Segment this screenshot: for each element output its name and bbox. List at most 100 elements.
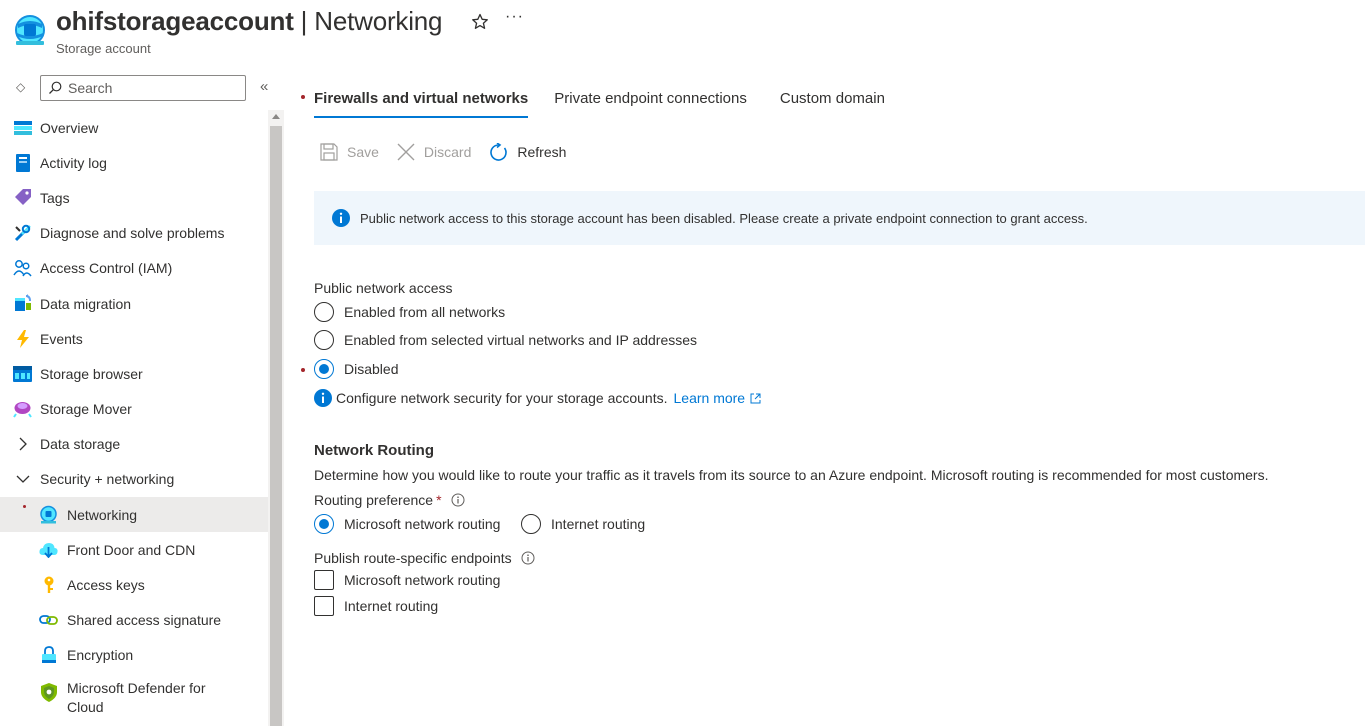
radio-button-selected[interactable]: [314, 359, 334, 379]
radio-enabled-all-networks[interactable]: Enabled from all networks: [314, 302, 505, 322]
page-header: ohifstorageaccount | Networking Storage …: [0, 0, 1365, 66]
radio-button[interactable]: [314, 330, 334, 350]
overview-icon: [13, 118, 32, 137]
banner-text: Public network access to this storage ac…: [360, 210, 1088, 226]
sidebar-item-networking[interactable]: Networking: [0, 497, 268, 533]
chevron-right-icon: [13, 435, 32, 454]
radio-internet-routing[interactable]: Internet routing: [521, 514, 645, 534]
storage-mover-icon: [13, 400, 32, 419]
resource-menu: ◇ « Overview Activity log Tags Diagnose …: [0, 66, 284, 726]
radio-label: Internet routing: [551, 516, 646, 532]
checkbox-label: Internet routing: [344, 598, 439, 614]
shield-icon: [39, 683, 58, 702]
info-banner: Public network access to this storage ac…: [314, 191, 1365, 245]
sort-icon[interactable]: ◇: [16, 80, 25, 94]
sidebar-item-encryption[interactable]: Encryption: [0, 638, 268, 673]
checkbox[interactable]: [314, 596, 334, 616]
discard-label: Discard: [423, 144, 472, 160]
more-options-button[interactable]: ···: [505, 8, 524, 26]
required-asterisk: *: [436, 492, 442, 508]
tab-bar: Firewalls and virtual networks Private e…: [314, 82, 911, 122]
save-icon: [320, 143, 338, 161]
storage-browser-icon: [13, 364, 32, 383]
page-title: ohifstorageaccount | Networking: [56, 6, 443, 37]
search-icon: [49, 81, 62, 94]
link-icon: [39, 611, 58, 630]
checkbox-microsoft-network-routing[interactable]: Microsoft network routing: [314, 570, 500, 590]
sidebar-item-overview[interactable]: Overview: [0, 110, 268, 145]
sidebar-item-label: Microsoft Defender for Cloud: [67, 680, 206, 715]
radio-enabled-selected-networks[interactable]: Enabled from selected virtual networks a…: [314, 330, 697, 350]
sidebar-item-label: Diagnose and solve problems: [40, 225, 225, 242]
sidebar-item-label: Storage Mover: [40, 401, 132, 418]
sidebar-item-label: Shared access signature: [67, 612, 222, 629]
tab-private-endpoint-connections[interactable]: Private endpoint connections: [554, 82, 747, 118]
radio-disabled[interactable]: Disabled: [314, 359, 398, 379]
sidebar-group-data-storage[interactable]: Data storage: [0, 427, 268, 462]
command-bar: Save Discard Refresh: [320, 140, 584, 164]
learn-more-link[interactable]: Learn more: [674, 390, 762, 406]
checkbox-internet-routing[interactable]: Internet routing: [314, 596, 438, 616]
sidebar-item-label: Encryption: [67, 647, 134, 664]
radio-label: Enabled from selected virtual networks a…: [344, 332, 698, 348]
networking-icon: [39, 505, 58, 524]
sidebar-item-access-keys[interactable]: Access keys: [0, 567, 268, 602]
radio-label: Disabled: [344, 361, 399, 377]
routing-preference-label: Routing preference *: [314, 492, 465, 508]
save-label: Save: [347, 144, 379, 160]
sidebar-item-diagnose[interactable]: Diagnose and solve problems: [0, 216, 268, 251]
sidebar-item-label: Overview: [40, 119, 99, 136]
radio-button-selected[interactable]: [314, 514, 334, 534]
favorite-star-icon[interactable]: [470, 12, 490, 32]
menu-search-input[interactable]: [68, 79, 238, 97]
network-security-info: Configure network security for your stor…: [314, 389, 761, 407]
sidebar-item-label: Access keys: [67, 577, 145, 594]
blade-name: Networking: [314, 6, 443, 36]
routing-preference-text: Routing preference: [314, 492, 434, 508]
sidebar-item-iam[interactable]: Access Control (IAM): [0, 251, 268, 286]
info-tooltip-icon[interactable]: [521, 551, 535, 565]
radio-microsoft-network-routing[interactable]: Microsoft network routing: [314, 514, 500, 534]
menu-scrollbar[interactable]: [268, 110, 284, 726]
sidebar-item-storage-browser[interactable]: Storage browser: [0, 356, 268, 391]
discard-button[interactable]: Discard: [397, 143, 471, 161]
tab-firewalls-virtual-networks[interactable]: Firewalls and virtual networks: [314, 82, 529, 118]
radio-button[interactable]: [521, 514, 541, 534]
radio-label: Microsoft network routing: [344, 516, 501, 532]
title-separator: |: [293, 6, 315, 36]
sidebar-item-front-door-cdn[interactable]: Front Door and CDN: [0, 532, 268, 567]
menu-search-box[interactable]: [40, 75, 246, 101]
sidebar-item-data-migration[interactable]: Data migration: [0, 286, 268, 321]
lock-icon: [39, 646, 58, 665]
info-icon: [332, 209, 350, 227]
checkbox[interactable]: [314, 570, 334, 590]
radio-label: Enabled from all networks: [344, 304, 506, 320]
activity-log-icon: [13, 153, 32, 172]
sidebar-item-activity-log[interactable]: Activity log: [0, 145, 268, 180]
sidebar-item-defender[interactable]: Microsoft Defender for Cloud: [0, 673, 268, 715]
info-tooltip-icon[interactable]: [451, 493, 465, 507]
sidebar-item-events[interactable]: Events: [0, 321, 268, 356]
sidebar-item-label: Access Control (IAM): [40, 260, 173, 277]
data-migration-icon: [13, 294, 32, 313]
refresh-button[interactable]: Refresh: [489, 142, 566, 162]
radio-button[interactable]: [314, 302, 334, 322]
publish-endpoints-text: Publish route-specific endpoints: [314, 550, 512, 566]
tab-unsaved-indicator: [301, 95, 305, 99]
sidebar-item-label: Security + networking: [40, 471, 175, 488]
sidebar-item-shared-access-signature[interactable]: Shared access signature: [0, 603, 268, 638]
save-button[interactable]: Save: [320, 143, 379, 161]
sidebar-item-label: Activity log: [40, 154, 107, 171]
scroll-up-arrow-icon[interactable]: [272, 114, 280, 119]
tab-custom-domain[interactable]: Custom domain: [780, 82, 885, 118]
public-network-access-label: Public network access: [314, 280, 453, 296]
page-subtitle: Storage account: [56, 41, 151, 56]
collapse-menu-button[interactable]: «: [260, 78, 268, 95]
sidebar-item-tags[interactable]: Tags: [0, 180, 268, 215]
sidebar-item-storage-mover[interactable]: Storage Mover: [0, 392, 268, 427]
info-icon: [314, 389, 332, 407]
sidebar-group-security-networking[interactable]: Security + networking: [0, 462, 268, 497]
publish-endpoints-label: Publish route-specific endpoints: [314, 550, 535, 566]
scrollbar-thumb[interactable]: [270, 126, 282, 726]
tag-icon: [13, 188, 32, 207]
